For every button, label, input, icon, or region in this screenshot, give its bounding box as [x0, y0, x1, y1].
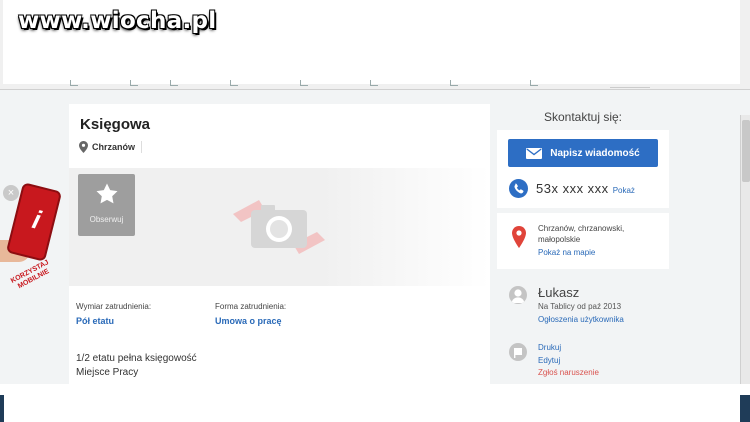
description-line: 1/2 etatu pełna księgowość [76, 353, 197, 364]
camera-placeholder-icon [233, 200, 325, 254]
location-card: Chrzanów, chrzanowski, małopolskie Pokaż… [497, 213, 669, 269]
contract-type-label: Forma zatrudnienia: [215, 302, 287, 311]
mail-icon [526, 147, 543, 159]
show-phone-link[interactable]: Pokaż [613, 186, 635, 195]
contract-type-field: Forma zatrudnienia: Umowa o pracę [215, 302, 286, 326]
report-abuse-link[interactable]: Zgłoś naruszenie [538, 368, 599, 377]
user-name: Łukasz [538, 285, 580, 300]
contact-heading: Skontaktuj się: [543, 110, 623, 124]
listing-description: 1/2 etatu pełna księgowość Miejsce Pracy [76, 352, 197, 380]
employment-type-field: Wymiar zatrudnienia: Pół etatu [76, 302, 151, 326]
pin-icon [79, 141, 88, 153]
show-map-link[interactable]: Pokaż na mapie [538, 248, 595, 257]
mobile-promo-banner[interactable]: × i KORZYSTAJ MOBILNIE [0, 178, 68, 304]
info-icon: i [29, 204, 44, 236]
listing-actions: Drukuj Edytuj Zgłoś naruszenie [497, 340, 669, 384]
browser-top-area: www.wiocha.pl [0, 0, 750, 90]
listing-card: Księgowa Chrzanów Obserwuj Wymiar zatrud… [69, 104, 490, 384]
contact-card: Napisz wiadomość 53x xxx xxx Pokaż [497, 130, 669, 208]
location-text: Chrzanów [92, 142, 136, 152]
flag-icon [509, 343, 527, 361]
address-text: Chrzanów, chrzanowski, małopolskie [538, 224, 625, 244]
contract-type-value[interactable]: Umowa o pracę [215, 316, 286, 326]
phone-row: 53x xxx xxx Pokaż [509, 179, 635, 198]
listing-title: Księgowa [80, 116, 151, 133]
top-mini-control [610, 78, 650, 88]
follow-label: Obserwuj [89, 215, 124, 224]
bottom-right-edge [740, 395, 750, 422]
scrollbar-thumb[interactable] [742, 120, 750, 182]
bottom-left-edge [0, 395, 4, 422]
write-message-label: Napisz wiadomość [550, 147, 640, 159]
close-icon[interactable]: × [3, 185, 19, 201]
user-info: Łukasz Na Tablicy od paź 2013 Ogłoszenia… [497, 280, 669, 330]
promo-label: KORZYSTAJ MOBILNIE [9, 259, 51, 291]
phone-icon [509, 179, 528, 198]
user-ads-link[interactable]: Ogłoszenia użytkownika [538, 315, 624, 324]
bottom-blank-area [0, 384, 750, 422]
vertical-scrollbar[interactable] [740, 115, 750, 405]
photo-gallery: Obserwuj [69, 168, 490, 286]
map-pin-icon [512, 226, 526, 248]
top-nav-strip [70, 80, 570, 90]
watermark-text: www.wiocha.pl [18, 8, 217, 34]
star-icon [96, 183, 118, 204]
user-since: Na Tablicy od paź 2013 [538, 302, 622, 311]
print-link[interactable]: Drukuj [538, 343, 561, 352]
edit-link[interactable]: Edytuj [538, 356, 560, 365]
listing-location: Chrzanów [79, 141, 143, 153]
employment-type-value[interactable]: Pół etatu [76, 316, 151, 326]
avatar-icon [509, 286, 527, 304]
phone-number: 53x xxx xxx [536, 181, 609, 196]
employment-type-label: Wymiar zatrudnienia: [76, 302, 152, 311]
follow-button[interactable]: Obserwuj [78, 174, 135, 236]
write-message-button[interactable]: Napisz wiadomość [508, 139, 658, 167]
description-line: Miejsce Pracy [76, 367, 139, 378]
